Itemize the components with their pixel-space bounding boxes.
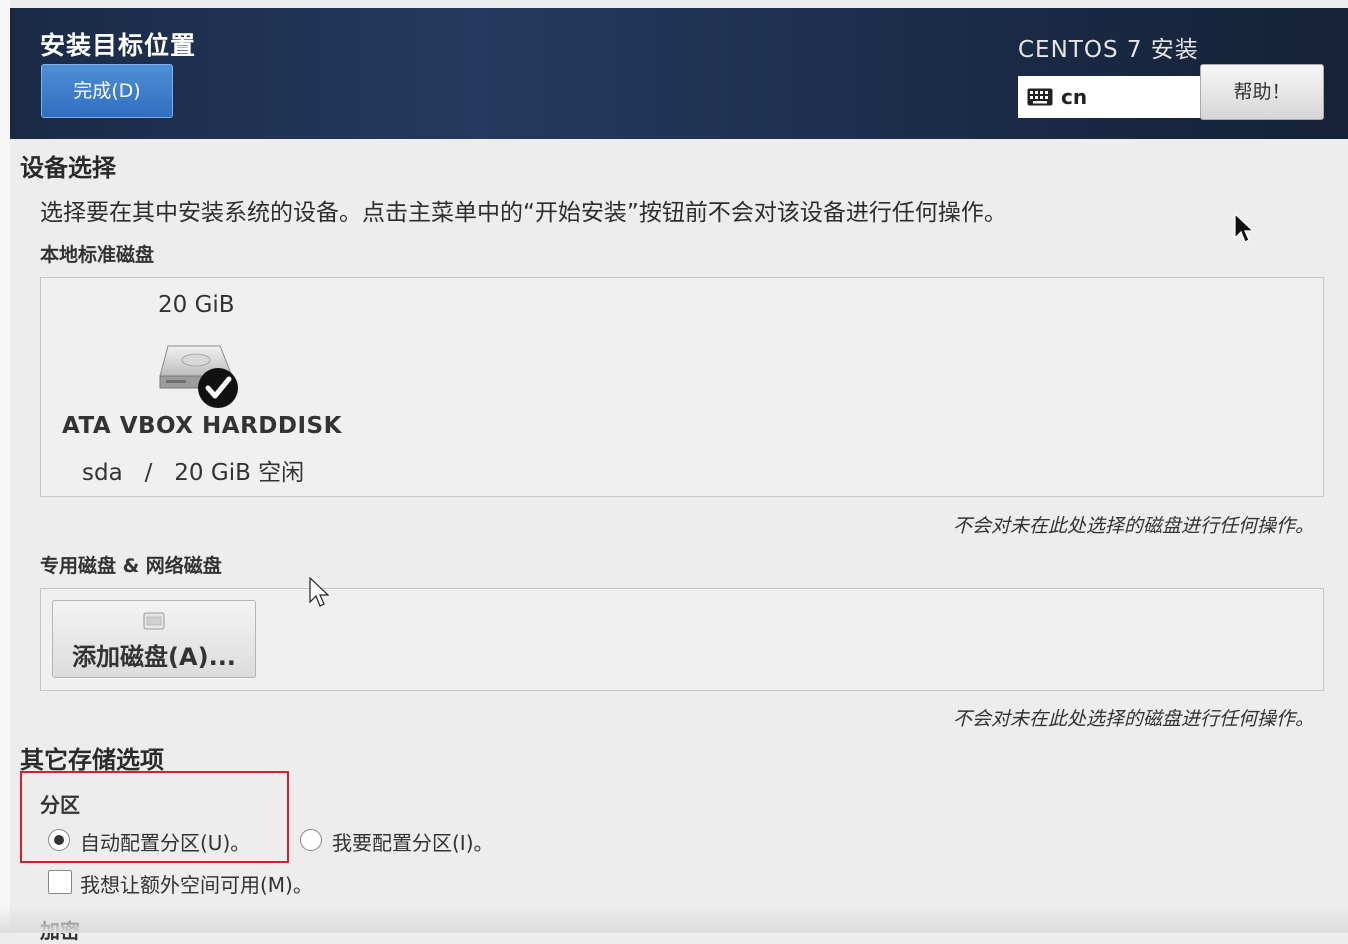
- manual-partition-label[interactable]: 我要配置分区(I)。: [332, 827, 494, 856]
- local-disks-heading: 本地标准磁盘: [40, 244, 155, 266]
- other-storage-heading: 其它存储选项: [20, 746, 164, 774]
- keyboard-icon: [1027, 88, 1053, 106]
- auto-partition-radio[interactable]: [48, 829, 70, 851]
- help-button[interactable]: 帮助！: [1200, 64, 1324, 120]
- bottom-fade: [0, 905, 1348, 933]
- header-bar: 安装目标位置 完成(D) CENTOS 7 安装 cn 帮助！: [10, 8, 1348, 139]
- add-disk-icon: [143, 612, 165, 630]
- window-edge: [0, 0, 10, 933]
- manual-partition-radio[interactable]: [300, 829, 322, 851]
- keyboard-layout-indicator[interactable]: cn: [1018, 76, 1200, 118]
- auto-partition-label[interactable]: 自动配置分区(U)。: [80, 827, 250, 856]
- cursor-arrow-icon: [1234, 213, 1254, 243]
- device-selection-heading: 设备选择: [20, 154, 116, 182]
- disk-size: 20 GiB: [158, 292, 235, 318]
- special-disks-heading: 专用磁盘 & 网络磁盘: [40, 555, 222, 577]
- add-disk-button[interactable]: 添加磁盘(A)...: [52, 600, 256, 678]
- product-title: CENTOS 7 安装: [1018, 37, 1199, 63]
- disk-name: ATA VBOX HARDDISK: [62, 413, 342, 439]
- partition-heading: 分区: [40, 793, 80, 817]
- done-button[interactable]: 完成(D): [41, 64, 173, 118]
- device-selection-description: 选择要在其中安装系统的设备。点击主菜单中的“开始安装”按钮前不会对该设备进行任何…: [40, 200, 1007, 226]
- cursor-arrow-outline-icon: [309, 577, 329, 607]
- disk-info: sda / 20 GiB 空闲: [82, 460, 305, 486]
- local-disks-note: 不会对未在此处选择的磁盘进行任何操作。: [952, 515, 1314, 537]
- harddisk-icon: [159, 345, 238, 408]
- add-disk-label: 添加磁盘(A)...: [72, 643, 236, 671]
- extra-space-checkbox[interactable]: [48, 870, 72, 894]
- page-title: 安装目标位置: [40, 31, 197, 60]
- keyboard-layout-label: cn: [1061, 85, 1088, 109]
- extra-space-label[interactable]: 我想让额外空间可用(M)。: [80, 869, 313, 898]
- special-disks-note: 不会对未在此处选择的磁盘进行任何操作。: [952, 708, 1314, 730]
